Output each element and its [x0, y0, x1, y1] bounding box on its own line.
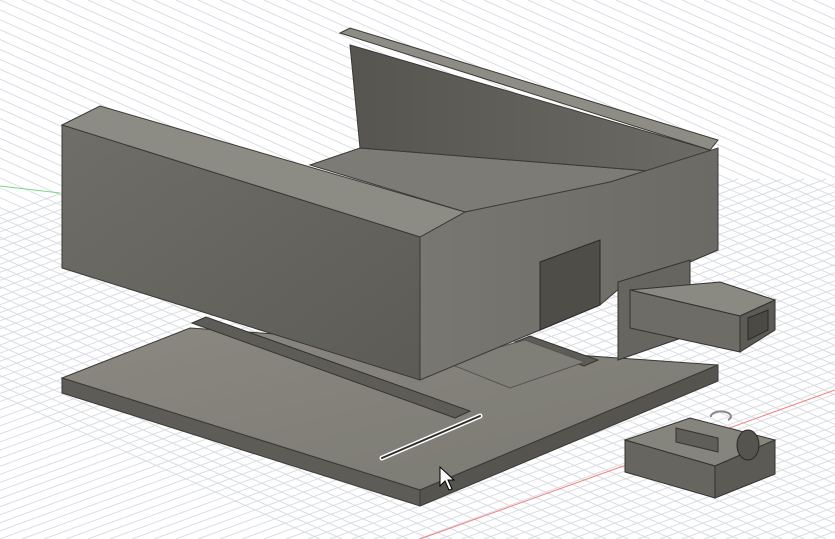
grid-line: [769, 0, 835, 30]
viewport-canvas[interactable]: [0, 0, 835, 539]
grid-line: [769, 514, 835, 539]
3d-viewport[interactable]: [0, 0, 835, 539]
